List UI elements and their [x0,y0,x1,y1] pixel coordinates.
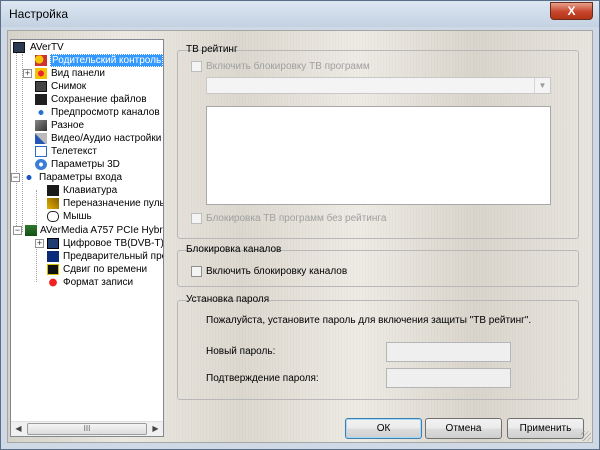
channel-lock-title: Блокировка каналов [186,244,282,255]
window-title: Настройка [9,7,69,21]
password-hint: Пожалуйста, установите пароль для включе… [206,315,532,326]
tv-rating-title: ТВ рейтинг [186,44,238,55]
tree-item[interactable]: Разное [11,119,163,132]
tree-item[interactable]: Формат записи [11,276,163,289]
keyboard-icon [47,185,59,196]
tree-item[interactable]: Предварительный прос [11,250,163,263]
tree-item-label: Снимок [51,81,87,92]
enable-channel-lock-label: Включить блокировку каналов [206,266,348,277]
expand-icon[interactable]: + [35,239,44,248]
save-files-icon [35,94,47,105]
tree-root[interactable]: AVerTV [13,41,163,54]
tree-item[interactable]: Снимок [11,80,163,93]
tree-item-label: Сдвиг по времени [63,264,148,275]
confirm-password-field[interactable] [386,368,511,388]
scroll-thumb[interactable]: III [27,423,147,435]
tree-item[interactable]: Предпросмотр каналов [11,106,163,119]
settings-window: Настройка X AVerTV Родительский контроль… [0,0,600,450]
misc-icon [35,120,47,131]
tree-item-label: Телетекст [51,146,97,157]
tree-item[interactable]: Клавиатура [11,184,163,197]
new-password-label: Новый пароль: [206,346,276,357]
rating-combo[interactable]: ▼ [206,77,551,94]
tree-horizontal-scrollbar[interactable]: ◀ III ▶ [11,421,163,436]
tree-item[interactable]: Родительский контроль [11,54,163,67]
tree-item-label: Формат записи [63,277,134,288]
enable-tv-lock-label: Включить блокировку ТВ программ [206,61,370,72]
ok-button[interactable]: ОК [345,418,422,439]
rating-list[interactable] [206,106,551,205]
record-icon [47,277,59,288]
tree-item-label: Разное [51,120,85,131]
collapse-icon[interactable]: − [11,173,20,182]
tree-item-label: Цифровое ТВ(DVB-T) [63,238,164,249]
cancel-button[interactable]: Отмена [425,418,502,439]
password-title: Установка пароля [186,294,270,305]
tv-card-icon [25,225,37,236]
digital-tv-icon [47,238,59,249]
tree-item-label: Параметры входа [39,172,123,183]
tree-item[interactable]: Видео/Аудио настройки [11,132,163,145]
collapse-icon[interactable]: − [13,226,22,235]
tree-item[interactable]: Телетекст [11,145,163,158]
teletext-icon [35,146,47,157]
timeshift-icon [47,264,59,275]
tree-item[interactable]: Мышь [11,210,163,223]
mouse-icon [47,211,59,222]
settings-tree[interactable]: AVerTV Родительский контроль + Вид панели С… [10,39,164,437]
tree-item-label: Параметры 3D [51,159,120,170]
block-unrated-checkbox[interactable] [191,213,202,224]
tree-item-label: Переназначение пульт [63,198,164,209]
tools-icon [35,133,47,144]
tree-item[interactable]: Сдвиг по времени [11,263,163,276]
panel-view-icon [35,68,47,79]
title-bar: Настройка X [1,1,599,27]
scroll-right-arrow[interactable]: ▶ [148,422,163,436]
tree-item[interactable]: − Параметры входа [11,171,163,184]
expand-icon[interactable]: + [23,69,32,78]
tree-item-label: Видео/Аудио настройки [51,133,162,144]
preview-icon [47,251,59,262]
tree-item-label: Мышь [63,211,92,222]
tree-item[interactable]: + Цифровое ТВ(DVB-T) [11,237,163,250]
tree-item[interactable]: Параметры 3D [11,158,163,171]
tree-item-label: Родительский контроль [50,54,163,67]
scroll-left-arrow[interactable]: ◀ [11,422,26,436]
enable-tv-lock-checkbox[interactable] [191,61,202,72]
snapshot-icon [35,81,47,92]
apply-button[interactable]: Применить [507,418,584,439]
avertv-icon [13,42,25,53]
tree-item-label: Сохранение файлов [51,94,147,105]
remote-icon [47,198,59,209]
enable-channel-lock-checkbox[interactable] [191,266,202,277]
tree-item-label: Вид панели [51,68,106,79]
tree-item-label: Предварительный прос [63,251,164,262]
eye-icon [35,107,47,118]
tree-item[interactable]: Сохранение файлов [11,93,163,106]
confirm-password-label: Подтверждение пароля: [206,373,319,384]
tree-root-label: AVerTV [30,42,64,53]
input-params-icon [23,172,35,183]
gear-icon [35,159,47,170]
tree-item-label: Предпросмотр каналов [51,107,160,118]
parental-control-icon [35,55,47,66]
close-button[interactable]: X [550,2,593,20]
tree-device[interactable]: − AVerMedia A757 PCIe Hybrid [13,224,163,237]
block-unrated-label: Блокировка ТВ программ без рейтинга [206,213,387,224]
resize-grip[interactable] [581,431,591,441]
tree-item[interactable]: + Вид панели [11,67,163,80]
chevron-down-icon[interactable]: ▼ [534,78,550,93]
new-password-field[interactable] [386,342,511,362]
tree-item-label: Клавиатура [63,185,118,196]
tree-item[interactable]: Переназначение пульт [11,197,163,210]
tree-device-label: AVerMedia A757 PCIe Hybrid [40,225,164,236]
